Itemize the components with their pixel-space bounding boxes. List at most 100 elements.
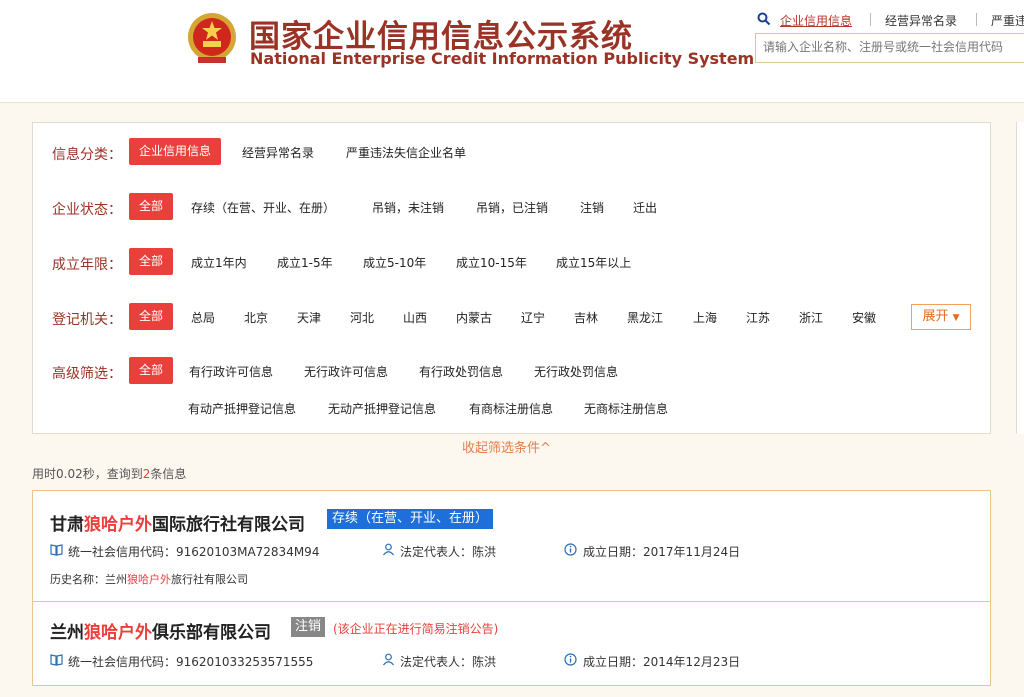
filter-years-all[interactable]: 全部	[129, 248, 174, 275]
company-name-link[interactable]: 甘肃狼哈户外国际旅行社有限公司	[50, 510, 305, 535]
credit-code-value: 91620103MA72834M94	[176, 545, 320, 559]
filter-status-option[interactable]: 迁出	[633, 199, 657, 216]
filter-option-enterprise-credit[interactable]: 企业信用信息	[129, 138, 222, 165]
expand-button-label: 展开	[922, 309, 949, 324]
filter-status-option[interactable]: 存续（在营、开业、在册）	[191, 199, 335, 216]
establish-date-value: 2017年11月24日	[643, 545, 741, 559]
filter-authority-option[interactable]: 江苏	[746, 309, 770, 326]
filter-advanced-option[interactable]: 无商标注册信息	[584, 400, 668, 417]
company-name-part: 俱乐部有限公司	[152, 623, 271, 643]
filter-years-option[interactable]: 成立1年内	[191, 254, 247, 271]
search-icon	[757, 12, 771, 26]
company-name-part: 甘肃	[50, 515, 84, 535]
tab-separator	[976, 13, 977, 26]
legal-rep-value: 陈洪	[472, 655, 497, 669]
tab-abnormal-list[interactable]: 经营异常名录	[885, 12, 957, 29]
filter-advanced-option[interactable]: 有行政处罚信息	[419, 363, 503, 380]
credit-code-value: 916201033253571555	[176, 655, 314, 669]
legal-rep-value: 陈洪	[472, 545, 497, 559]
side-panel-edge	[1016, 122, 1024, 434]
caret-down-icon: ▼	[952, 313, 960, 323]
info-icon	[564, 653, 577, 666]
tab-separator	[870, 13, 871, 26]
history-name-part: 旅行社有限公司	[171, 573, 248, 586]
credit-code: 统一社会信用代码：916201033253571555	[68, 653, 313, 670]
filter-label-years: 成立年限：	[52, 257, 122, 273]
filter-option-serious-violation[interactable]: 严重违法失信企业名单	[346, 144, 466, 161]
filter-authority-option[interactable]: 北京	[244, 309, 268, 326]
result-divider	[33, 601, 990, 602]
filter-advanced-option[interactable]: 有动产抵押登记信息	[188, 400, 296, 417]
stats-prefix: 用时0.02秒，查询到	[32, 467, 143, 481]
filter-authority-all[interactable]: 全部	[129, 303, 174, 330]
company-name-link[interactable]: 兰州狼哈户外俱乐部有限公司	[50, 618, 271, 643]
filter-status-option[interactable]: 吊销，已注销	[476, 199, 548, 216]
status-badge: 存续（在营、开业、在册）	[327, 509, 494, 529]
person-icon	[383, 653, 394, 666]
credit-code: 统一社会信用代码：91620103MA72834M94	[68, 543, 319, 560]
person-icon	[383, 543, 394, 556]
legal-rep-label: 法定代表人：	[400, 655, 473, 669]
filter-label-authority: 登记机关：	[52, 312, 122, 328]
filter-authority-option[interactable]: 山西	[403, 309, 427, 326]
keyword-highlight: 狼哈户外	[127, 573, 171, 586]
book-icon	[50, 654, 63, 666]
national-emblem-icon	[188, 13, 236, 63]
company-name-part: 兰州	[50, 623, 84, 643]
filter-advanced-all[interactable]: 全部	[129, 357, 174, 384]
credit-code-label: 统一社会信用代码：	[68, 545, 177, 559]
collapse-filters-link[interactable]: 收起筛选条件^	[462, 437, 551, 456]
filter-label-category: 信息分类：	[52, 147, 122, 163]
filter-status-all[interactable]: 全部	[129, 193, 174, 220]
filter-years-option[interactable]: 成立1-5年	[277, 254, 333, 271]
site-subtitle: National Enterprise Credit Information P…	[250, 49, 755, 68]
filter-option-abnormal-list[interactable]: 经营异常名录	[242, 144, 314, 161]
filter-authority-option[interactable]: 河北	[350, 309, 374, 326]
keyword-highlight: 狼哈户外	[84, 623, 152, 643]
filter-authority-option[interactable]: 辽宁	[521, 309, 545, 326]
filter-advanced-option[interactable]: 无动产抵押登记信息	[328, 400, 436, 417]
expand-authority-button[interactable]: 展开 ▼	[911, 304, 971, 330]
establish-date-label: 成立日期：	[583, 655, 644, 669]
filter-label-status: 企业状态：	[52, 202, 122, 218]
establish-date-value: 2014年12月23日	[643, 655, 741, 669]
filter-authority-option[interactable]: 黑龙江	[627, 309, 663, 326]
search-input[interactable]	[756, 34, 1023, 60]
filter-advanced-option[interactable]: 无行政许可信息	[304, 363, 388, 380]
filter-years-option[interactable]: 成立5-10年	[363, 254, 426, 271]
cancellation-notice: (该企业正在进行简易注销公告)	[333, 622, 499, 636]
establish-date: 成立日期：2014年12月23日	[583, 653, 740, 670]
filter-authority-option[interactable]: 内蒙古	[456, 309, 492, 326]
filter-status-option[interactable]: 注销	[580, 199, 604, 216]
filter-authority-option[interactable]: 吉林	[574, 309, 598, 326]
tab-enterprise-credit[interactable]: 企业信用信息	[780, 12, 852, 29]
legal-rep: 法定代表人：陈洪	[400, 543, 496, 560]
filter-authority-option[interactable]: 上海	[693, 309, 717, 326]
book-icon	[50, 544, 63, 556]
history-name-part: 兰州	[105, 573, 127, 586]
history-name: 历史名称：兰州狼哈户外旅行社有限公司	[50, 571, 248, 587]
filter-authority-option[interactable]: 安徽	[852, 309, 876, 326]
filter-advanced-option[interactable]: 有商标注册信息	[469, 400, 553, 417]
results-list: 甘肃狼哈户外国际旅行社有限公司 存续（在营、开业、在册） 统一社会信用代码：91…	[32, 490, 991, 686]
filter-authority-option[interactable]: 总局	[191, 309, 215, 326]
info-icon	[564, 543, 577, 556]
history-name-label: 历史名称：	[50, 573, 105, 586]
filter-status-option[interactable]: 吊销，未注销	[372, 199, 444, 216]
filter-authority-option[interactable]: 天津	[297, 309, 321, 326]
tab-serious-violation[interactable]: 严重违	[991, 12, 1024, 29]
filter-label-advanced: 高级筛选：	[52, 366, 122, 382]
filter-authority-option[interactable]: 浙江	[799, 309, 823, 326]
legal-rep: 法定代表人：陈洪	[400, 653, 496, 670]
keyword-highlight: 狼哈户外	[84, 515, 152, 535]
filter-years-option[interactable]: 成立15年以上	[556, 254, 631, 271]
filter-advanced-option[interactable]: 有行政许可信息	[189, 363, 273, 380]
legal-rep-label: 法定代表人：	[400, 545, 473, 559]
filter-advanced-option[interactable]: 无行政处罚信息	[534, 363, 618, 380]
site-header: 国家企业信用信息公示系统 National Enterprise Credit …	[0, 0, 1024, 103]
search-box	[755, 33, 1024, 63]
company-name-part: 国际旅行社有限公司	[152, 515, 305, 535]
filter-years-option[interactable]: 成立10-15年	[456, 254, 527, 271]
stats-suffix: 条信息	[150, 467, 187, 481]
credit-code-label: 统一社会信用代码：	[68, 655, 177, 669]
